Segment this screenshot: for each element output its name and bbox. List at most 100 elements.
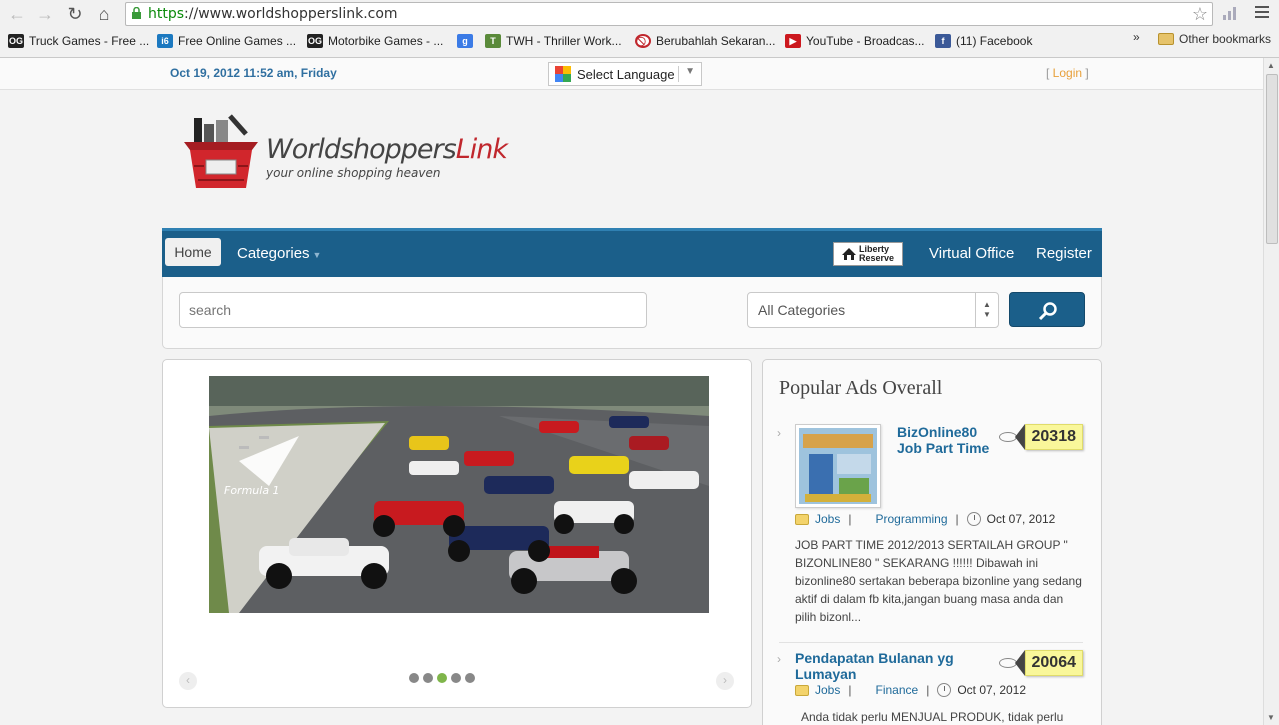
slide-image[interactable]: Formula 1	[209, 376, 709, 613]
chevron-right-icon: ›	[777, 426, 781, 440]
category-select[interactable]: All Categories ▲ ▼	[747, 292, 999, 328]
slide-caption: Formula 1	[224, 484, 280, 497]
slide-dot[interactable]	[409, 673, 419, 683]
lock-icon	[132, 7, 141, 19]
slide-prev-button[interactable]: ‹	[179, 672, 197, 690]
caret-down-icon: ▼	[312, 250, 322, 260]
folder-icon	[795, 684, 809, 696]
login-area: [ Login ]	[1046, 66, 1089, 80]
bookmark-item[interactable]: g	[457, 32, 478, 50]
bookmark-star-icon[interactable]: ☆	[1192, 4, 1208, 25]
bookmark-item[interactable]: OG Motorbike Games - ...	[307, 32, 443, 50]
slide-dots	[409, 673, 475, 683]
bookmarks-bar: OG Truck Games - Free ... i6 Free Online G…	[0, 30, 1279, 52]
nav-register[interactable]: Register	[1036, 245, 1092, 262]
bookmark-label: (11) Facebook	[956, 34, 1033, 48]
google-translate-icon	[555, 66, 571, 82]
slide-next-button[interactable]: ›	[716, 672, 734, 690]
bookmark-item[interactable]: f (11) Facebook	[935, 32, 1032, 50]
bookmark-label: Berubahlah Sekaran...	[656, 34, 776, 48]
separator: |	[848, 512, 852, 526]
ad-date: Oct 07, 2012	[986, 512, 1056, 526]
clock-icon	[937, 683, 952, 697]
other-bookmarks-label: Other bookmarks	[1179, 32, 1272, 46]
slide-dot-active[interactable]	[437, 673, 447, 683]
ad-thumbnail[interactable]	[795, 424, 881, 508]
liberty-line2: Reserve	[858, 253, 895, 263]
bookmark-item[interactable]: i6 Free Online Games ...	[157, 32, 296, 50]
ad-category-link[interactable]: Jobs	[815, 683, 840, 697]
view-count: 20064	[1024, 650, 1083, 676]
ad-thumbnail-image	[799, 428, 877, 504]
nav-categories[interactable]: Categories ▼	[237, 245, 321, 262]
folder-icon	[795, 513, 809, 525]
popular-ads-title: Popular Ads Overall	[779, 377, 943, 399]
scroll-down-icon[interactable]: ▼	[1267, 713, 1275, 722]
nav-home[interactable]: Home	[165, 238, 221, 266]
login-link[interactable]: Login	[1053, 66, 1082, 80]
address-bar[interactable]: https://www.worldshopperslink.com ☆	[125, 2, 1213, 26]
main-navbar: Home Categories ▼ Liberty Reserve Virtual …	[162, 228, 1102, 277]
ad-subcategory-link[interactable]: Finance	[875, 683, 918, 697]
other-bookmarks[interactable]: Other bookmarks	[1158, 32, 1271, 46]
scroll-thumb[interactable]	[1266, 74, 1278, 244]
ad-meta: Jobs | Finance | Oct 07, 2012	[795, 683, 1026, 697]
separator: |	[926, 683, 930, 697]
chevron-right-icon: ›	[777, 652, 781, 666]
logo-wordmark: WorldshoppersLink	[266, 134, 508, 165]
ad-description: Anda tidak perlu MENJUAL PRODUK, tidak p…	[801, 710, 1064, 724]
site-logo[interactable]: WorldshoppersLink your online shopping h…	[180, 114, 510, 194]
logo-name-accent: Link	[455, 134, 508, 165]
home-icon[interactable]: ⌂	[93, 3, 115, 25]
language-label: Select Language	[577, 66, 675, 82]
slide-dot[interactable]	[465, 673, 475, 683]
web-page: Oct 19, 2012 11:52 am, Friday Select Lan…	[0, 58, 1263, 725]
browser-toolbar: ← → ↻ ⌂ https://www.worldshopperslink.co…	[0, 0, 1279, 29]
scroll-up-icon[interactable]: ▲	[1267, 61, 1275, 70]
youtube-icon: ▶	[785, 34, 801, 48]
language-selector[interactable]: Select Language ▼	[548, 62, 702, 86]
view-count: 20318	[1024, 424, 1083, 450]
more-bookmarks-chevron[interactable]: »	[1133, 30, 1140, 44]
tag-notch	[1014, 424, 1025, 450]
ogc-icon: OG	[8, 34, 24, 48]
search-button[interactable]	[1009, 292, 1085, 327]
bookmark-item[interactable]: ⃠ Berubahlah Sekaran...	[635, 32, 775, 50]
bracket: ]	[1082, 66, 1089, 80]
top-strip: Oct 19, 2012 11:52 am, Friday Select Lan…	[0, 58, 1263, 90]
ad-title-link[interactable]: Pendapatan Bulanan yg Lumayan	[795, 650, 975, 682]
liberty-reserve-badge[interactable]: Liberty Reserve	[833, 242, 903, 266]
signal-bars-icon[interactable]	[1222, 5, 1238, 21]
search-input[interactable]	[179, 292, 647, 328]
ad-subcategory-link[interactable]: Programming	[875, 512, 947, 526]
liberty-reserve-icon	[841, 248, 856, 260]
ad-item: › Pendapatan Bulanan yg Lumayan 20064 Jo…	[777, 650, 1087, 725]
liberty-reserve-text: Liberty Reserve	[859, 245, 894, 263]
forward-icon[interactable]: →	[34, 3, 56, 25]
slide-dot[interactable]	[451, 673, 461, 683]
select-arrows-icon: ▲ ▼	[975, 293, 998, 327]
bookmark-item[interactable]: ▶ YouTube - Broadcas...	[785, 32, 925, 50]
reload-icon[interactable]: ↻	[64, 3, 86, 25]
page-scrollbar[interactable]: ▲ ▼	[1263, 58, 1279, 725]
browser-chrome: ← → ↻ ⌂ https://www.worldshopperslink.co…	[0, 0, 1279, 58]
ad-title-link[interactable]: BizOnline80 Job Part Time	[897, 424, 997, 456]
separator: |	[955, 512, 959, 526]
popular-ads-panel: Popular Ads Overall › BizOnline80 Job Pa…	[762, 359, 1102, 725]
twh-icon: T	[485, 34, 501, 48]
wrench-menu-icon[interactable]	[1255, 6, 1269, 21]
tag-notch	[1014, 650, 1025, 676]
back-icon[interactable]: ←	[6, 3, 28, 25]
bookmark-item[interactable]: OG Truck Games - Free ...	[8, 32, 149, 50]
ad-meta: Jobs | Programming | Oct 07, 2012	[795, 512, 1055, 526]
nav-virtual-office[interactable]: Virtual Office	[929, 245, 1014, 262]
divider	[779, 642, 1083, 643]
nav-categories-label: Categories	[237, 245, 310, 262]
ad-category-link[interactable]: Jobs	[815, 512, 840, 526]
slide-dot[interactable]	[423, 673, 433, 683]
bookmark-item[interactable]: T TWH - Thriller Work...	[485, 32, 622, 50]
ogc-icon: OG	[307, 34, 323, 48]
dropdown-arrow-icon: ▼	[685, 66, 695, 77]
i6-icon: i6	[157, 34, 173, 48]
bookmark-label: Truck Games - Free ...	[29, 34, 150, 48]
